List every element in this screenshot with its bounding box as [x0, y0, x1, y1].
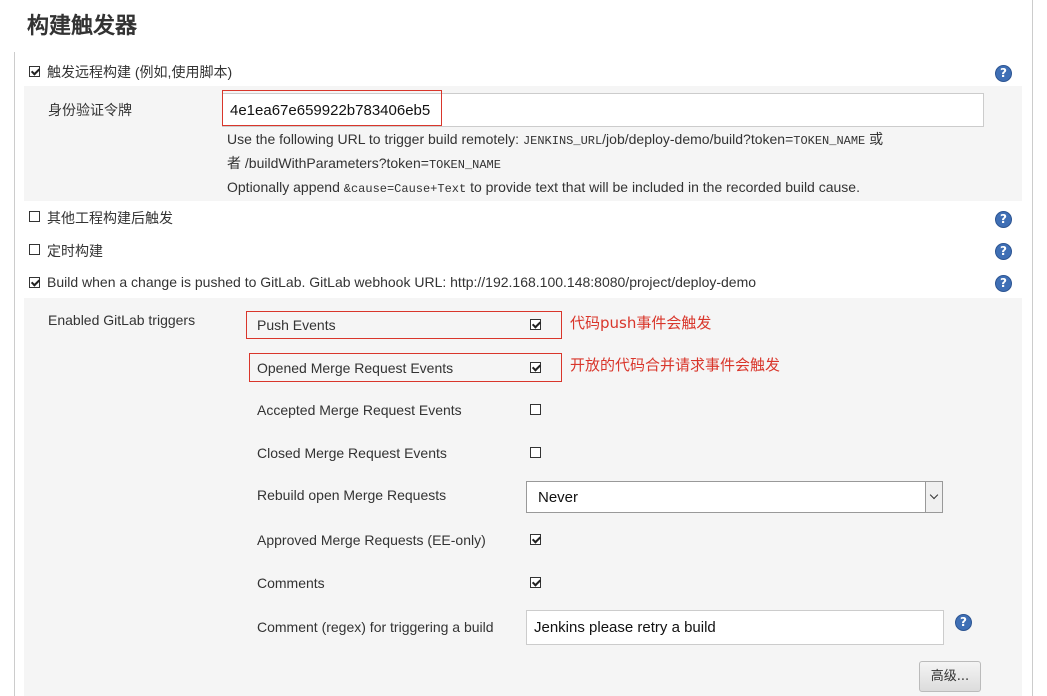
right-divider	[1032, 0, 1033, 696]
opened-mr-checkbox[interactable]	[530, 362, 541, 373]
rebuild-open-mr-select[interactable]: Never	[526, 481, 943, 513]
advanced-button[interactable]: 高级...	[919, 661, 981, 692]
other-project-label: 其他工程构建后触发	[47, 210, 173, 226]
rebuild-open-mr-label: Rebuild open Merge Requests	[257, 487, 447, 503]
help-line-3: Optionally append &cause=Cause+Text to p…	[227, 179, 860, 196]
push-events-label: Push Events	[257, 317, 336, 333]
help-line-1: Use the following URL to trigger build r…	[227, 131, 884, 148]
scheduled-build-label: 定时构建	[47, 243, 103, 259]
remote-trigger-help-text: Use the following URL to trigger build r…	[227, 128, 987, 200]
token-highlight-box	[222, 90, 442, 126]
gitlab-trigger-help-icon[interactable]: ?	[995, 275, 1012, 292]
remote-trigger-label: 触发远程构建 (例如,使用脚本)	[47, 64, 233, 80]
comment-regex-input[interactable]: Jenkins please retry a build	[526, 610, 944, 645]
other-project-help-icon[interactable]: ?	[995, 211, 1012, 228]
push-events-annotation: 代码push事件会触发	[570, 314, 712, 332]
opened-mr-annotation: 开放的代码合并请求事件会触发	[570, 356, 781, 374]
help-line-2: 者 /buildWithParameters?token=TOKEN_NAME	[227, 155, 501, 172]
comments-label: Comments	[257, 575, 325, 591]
accepted-mr-label: Accepted Merge Request Events	[257, 402, 462, 418]
remote-trigger-checkbox[interactable]	[29, 66, 40, 77]
page-title: 构建触发器	[27, 14, 138, 39]
comment-regex-help-icon[interactable]: ?	[955, 614, 972, 631]
accepted-mr-checkbox[interactable]	[530, 404, 541, 415]
remote-trigger-help-icon[interactable]: ?	[995, 65, 1012, 82]
other-project-checkbox[interactable]	[29, 211, 40, 222]
comments-checkbox[interactable]	[530, 577, 541, 588]
gitlab-trigger-checkbox[interactable]	[29, 277, 40, 288]
comment-regex-label: Comment (regex) for triggering a build	[257, 619, 494, 635]
approved-mr-checkbox[interactable]	[530, 534, 541, 545]
gitlab-triggers-section-label: Enabled GitLab triggers	[48, 312, 196, 328]
push-events-checkbox[interactable]	[530, 319, 541, 330]
opened-mr-label: Opened Merge Request Events	[257, 360, 454, 376]
scheduled-build-help-icon[interactable]: ?	[995, 243, 1012, 260]
chevron-down-icon	[925, 482, 942, 512]
closed-mr-label: Closed Merge Request Events	[257, 445, 447, 461]
rebuild-open-mr-value: Never	[538, 489, 579, 506]
approved-mr-label: Approved Merge Requests (EE-only)	[257, 532, 486, 548]
comment-regex-value: Jenkins please retry a build	[534, 619, 716, 636]
scheduled-build-checkbox[interactable]	[29, 244, 40, 255]
left-divider	[14, 52, 15, 696]
token-label: 身份验证令牌	[48, 102, 132, 118]
gitlab-trigger-label: Build when a change is pushed to GitLab.…	[47, 274, 757, 290]
closed-mr-checkbox[interactable]	[530, 447, 541, 458]
